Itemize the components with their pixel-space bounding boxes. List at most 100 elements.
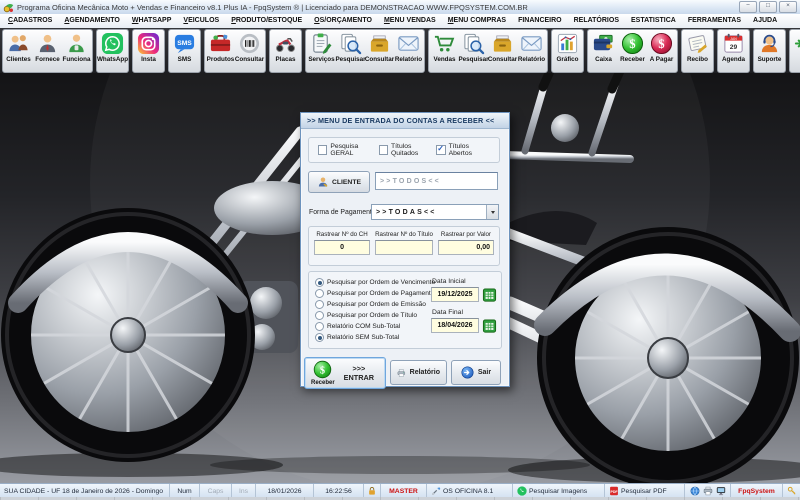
radio-relat-rio-sem-sub-total[interactable]: Relatório SEM Sub-Total bbox=[315, 332, 435, 343]
status-panel-time: 16:22:56 bbox=[313, 484, 363, 498]
radio-dot[interactable] bbox=[315, 289, 324, 298]
toolbar-button-vendas[interactable]: Vendas bbox=[430, 30, 459, 72]
toolbar-button-sms[interactable]: SMSSMS bbox=[170, 30, 199, 72]
sair-button[interactable]: Sair bbox=[451, 360, 501, 385]
checkbox-pesquisa-geral[interactable]: Pesquisa GERAL bbox=[318, 143, 379, 157]
menu-item-financeiro[interactable]: FINANCEIRO bbox=[512, 14, 568, 28]
menu-item-whatsapp[interactable]: WHATSAPP bbox=[126, 14, 178, 28]
close-button[interactable]: × bbox=[779, 1, 797, 13]
field-label: Rastrear por Valor bbox=[438, 231, 494, 238]
field-input[interactable]: 0,00 bbox=[438, 240, 494, 255]
toolbar-group: Placas bbox=[269, 29, 302, 73]
toolbar-button-exit-door-icon[interactable] bbox=[791, 30, 800, 72]
menu-item-menu-vendas[interactable]: MENU VENDAS bbox=[378, 14, 442, 28]
toolbar-button-whatsapp[interactable]: WhatsApp bbox=[98, 30, 127, 72]
toolbar-group: Insta bbox=[132, 29, 165, 73]
cliente-button[interactable]: CLIENTE bbox=[308, 171, 370, 193]
order-and-dates-group: Pesquisar por Ordem de Vencimento Pesquis… bbox=[308, 271, 502, 349]
toolbar-button-receber[interactable]: $Receber bbox=[618, 30, 647, 72]
status-panel-pesquisar-imagens[interactable]: Pesquisar Imagens bbox=[512, 484, 604, 498]
radio-dot[interactable] bbox=[315, 278, 324, 287]
toolbar-button-a-pagar[interactable]: $A Pagar bbox=[647, 30, 676, 72]
radio-dot[interactable] bbox=[315, 333, 324, 342]
restore-button[interactable]: □ bbox=[759, 1, 777, 13]
radio-label: Pesquisar por Ordem de Pagamento bbox=[327, 290, 434, 297]
menu-item-os-or-amento[interactable]: OS/ORÇAMENTO bbox=[308, 14, 378, 28]
checkbox-t-tulos-abertos[interactable]: Títulos Abertos bbox=[436, 143, 490, 157]
toolbar-button-pesquisar[interactable]: Pesquisar bbox=[336, 30, 365, 72]
checkbox-box[interactable] bbox=[436, 145, 445, 155]
workspace: >> MENU DE ENTRADA DO CONTAS A RECEBER <… bbox=[0, 73, 800, 483]
envelope-icon bbox=[520, 32, 543, 55]
data-inicial-calendar-button[interactable] bbox=[482, 288, 497, 302]
toolbar-button-relat-rio[interactable]: Relatório bbox=[517, 30, 546, 72]
relatorio-button[interactable]: Relatório bbox=[390, 360, 447, 385]
toolbar-button-relat-rio[interactable]: Relatório bbox=[394, 30, 423, 72]
menu-item-menu-compras[interactable]: MENU COMPRAS bbox=[442, 14, 512, 28]
pdf-icon: PDF bbox=[609, 486, 619, 496]
search-docs-icon bbox=[462, 32, 485, 55]
menu-item-estatistica[interactable]: ESTATISTICA bbox=[625, 14, 682, 28]
radio-dot[interactable] bbox=[315, 322, 324, 331]
menu-item-ajuda[interactable]: AJUDA bbox=[747, 14, 783, 28]
data-final-field[interactable]: 18/04/2026 bbox=[431, 318, 479, 333]
toolbar-button-recibo[interactable]: Recibo bbox=[683, 30, 712, 72]
toolbar-button-label: Fornece bbox=[35, 56, 60, 63]
sair-label: Sair bbox=[478, 369, 491, 376]
toolbar-button-consultar[interactable]: Consultar bbox=[365, 30, 394, 72]
toolbar-button-fornece[interactable]: Fornece bbox=[33, 30, 62, 72]
menu-item-relat-rios[interactable]: RELATÓRIOS bbox=[568, 14, 625, 28]
toolbar-button-servi-os[interactable]: Serviços bbox=[307, 30, 336, 72]
radio-dot[interactable] bbox=[315, 300, 324, 309]
menu-item-cadastros[interactable]: CADASTROS bbox=[2, 14, 58, 28]
chevron-down-icon[interactable] bbox=[486, 205, 498, 219]
data-inicial-field[interactable]: 19/12/2025 bbox=[431, 287, 479, 302]
menu-item-agendamento[interactable]: AGENDAMENTO bbox=[58, 14, 126, 28]
data-final-calendar-button[interactable] bbox=[482, 319, 497, 333]
entrar-receber-button[interactable]: $ Receber >>> ENTRAR bbox=[304, 357, 386, 389]
status-panel-quick-icons[interactable] bbox=[684, 484, 730, 498]
bar-chart-icon bbox=[556, 32, 579, 55]
checkbox-t-tulos-quitados[interactable]: Títulos Quitados bbox=[379, 143, 437, 157]
toolbar-button-placas[interactable]: Placas bbox=[271, 30, 300, 72]
minimize-button[interactable]: − bbox=[739, 1, 757, 13]
checkbox-label: Títulos Abertos bbox=[449, 143, 490, 157]
menu-item-ferramentas[interactable]: FERRAMENTAS bbox=[682, 14, 747, 28]
dollar-green-icon: $ bbox=[621, 32, 644, 55]
toolbar-button-pesquisar[interactable]: Pesquisar bbox=[459, 30, 488, 72]
checkbox-box[interactable] bbox=[379, 145, 388, 155]
toolbar-button-consultar[interactable]: Consultar bbox=[488, 30, 517, 72]
cliente-search-input[interactable]: >>TODOS<< bbox=[375, 172, 498, 190]
toolbar-button-label: Pesquisar bbox=[458, 56, 488, 63]
toolbar-button-suporte[interactable]: Suporte bbox=[755, 30, 784, 72]
radio-pesquisar-por-ordem-de-pagamento[interactable]: Pesquisar por Ordem de Pagamento bbox=[315, 288, 435, 299]
forma-pagamento-select[interactable]: >>TODAS<< bbox=[371, 204, 499, 220]
exit-door-icon bbox=[794, 32, 800, 55]
toolbar-button-caixa[interactable]: Caixa bbox=[589, 30, 618, 72]
radio-dot[interactable] bbox=[315, 311, 324, 320]
menu-item-produto-estoque[interactable]: PRODUTO/ESTOQUE bbox=[225, 14, 308, 28]
radio-pesquisar-por-ordem-de-t-tulo[interactable]: Pesquisar por Ordem de Título bbox=[315, 310, 435, 321]
field-input[interactable] bbox=[375, 240, 433, 255]
radio-pesquisar-por-ordem-de-emiss-o[interactable]: Pesquisar por Ordem de Emissão bbox=[315, 299, 435, 310]
toolbar-button-gr-fico[interactable]: Gráfico bbox=[553, 30, 582, 72]
globe-icon bbox=[690, 486, 700, 496]
menu-item-veiculos[interactable]: VEICULOS bbox=[177, 14, 225, 28]
toolbar-button-insta[interactable]: Insta bbox=[134, 30, 163, 72]
toolbar-group: ProdutosConsultar bbox=[204, 29, 266, 73]
toolbar-button-clientes[interactable]: Clientes bbox=[4, 30, 33, 72]
toolbar-button-funciona[interactable]: Funciona bbox=[62, 30, 91, 72]
status-panel-padlock bbox=[363, 484, 380, 498]
toolbar-group: Suporte bbox=[753, 29, 786, 73]
toolbar-group bbox=[789, 29, 800, 73]
toolbar-button-agenda[interactable]: JAN29Agenda bbox=[719, 30, 748, 72]
toolbar-button-produtos[interactable]: Produtos bbox=[206, 30, 235, 72]
radio-pesquisar-por-ordem-de-vencimento[interactable]: Pesquisar por Ordem de Vencimento bbox=[315, 277, 435, 288]
toolbar-button-consultar[interactable]: Consultar bbox=[235, 30, 264, 72]
checkbox-box[interactable] bbox=[318, 145, 327, 155]
field-input[interactable]: 0 bbox=[314, 240, 370, 255]
whatsapp-small-icon bbox=[517, 486, 527, 496]
radio-relat-rio-com-sub-total[interactable]: Relatório COM Sub-Total bbox=[315, 321, 435, 332]
search-docs-icon bbox=[339, 32, 362, 55]
status-panel-pesquisar-pdf[interactable]: PDFPesquisar PDF bbox=[604, 484, 684, 498]
